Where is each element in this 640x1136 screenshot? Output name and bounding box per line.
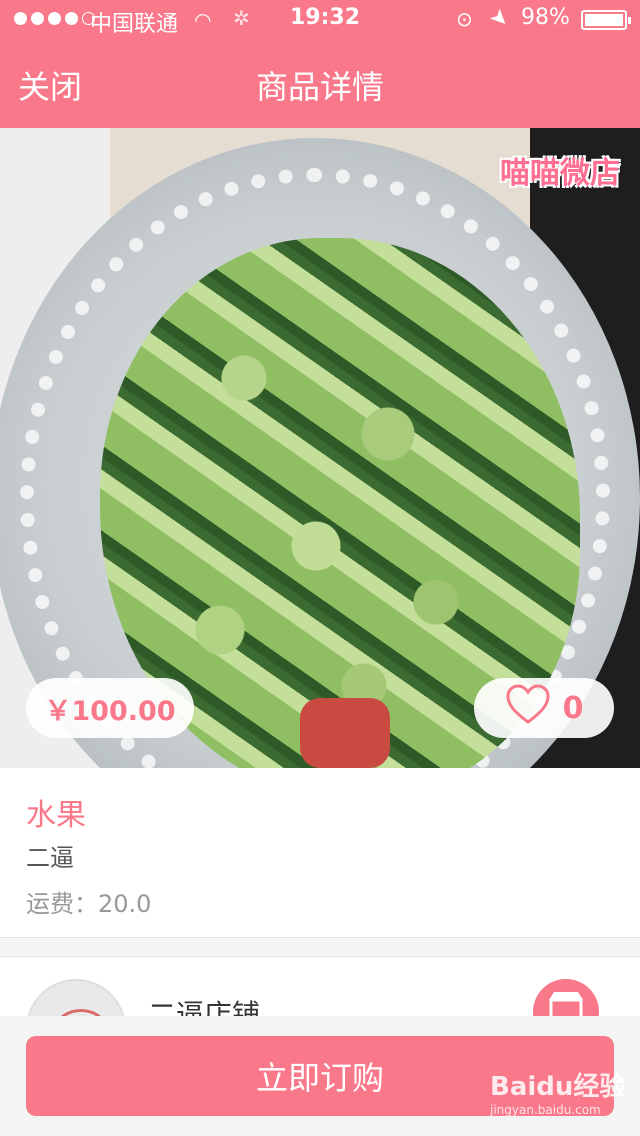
status-bar: 中国联通 ◠ ✲ 19:32 ⊙ ➤ 98% xyxy=(0,0,640,40)
product-image: 喵喵微店 ￥100.00 0 xyxy=(0,128,640,768)
close-button[interactable]: 关闭 xyxy=(18,62,82,108)
shipping-fee: 运费：20.0 xyxy=(26,890,152,918)
heart-icon xyxy=(505,683,551,733)
rotation-lock-icon: ⊙ xyxy=(456,7,473,31)
baidu-watermark: Baidu经验 jingyan.baidu.com xyxy=(490,1072,626,1117)
bottom-bar: 立即订购 Baidu经验 jingyan.baidu.com xyxy=(0,1016,640,1136)
like-count: 0 xyxy=(562,690,584,726)
carrier-label: 中国联通 xyxy=(90,12,179,37)
location-icon: ➤ xyxy=(483,3,515,34)
product-name: 水果 xyxy=(26,798,86,833)
loading-spinner-icon: ✲ xyxy=(233,6,250,30)
battery-percentage: 98% xyxy=(521,5,570,30)
status-time: 19:32 xyxy=(290,5,361,30)
shop-logo: 喵喵微店 xyxy=(500,156,620,191)
price-badge: ￥100.00 xyxy=(26,678,194,738)
product-info: 水果 二逼 运费：20.0 xyxy=(0,768,640,938)
like-button[interactable]: 0 xyxy=(474,678,614,738)
signal-strength-icon xyxy=(14,12,95,25)
battery-icon xyxy=(581,10,631,30)
product-description: 二逼 xyxy=(26,844,74,872)
wifi-icon: ◠ xyxy=(194,8,212,32)
header: 中国联通 ◠ ✲ 19:32 ⊙ ➤ 98% 商品详情 关闭 xyxy=(0,0,640,128)
page-title: 商品详情 xyxy=(255,68,384,106)
